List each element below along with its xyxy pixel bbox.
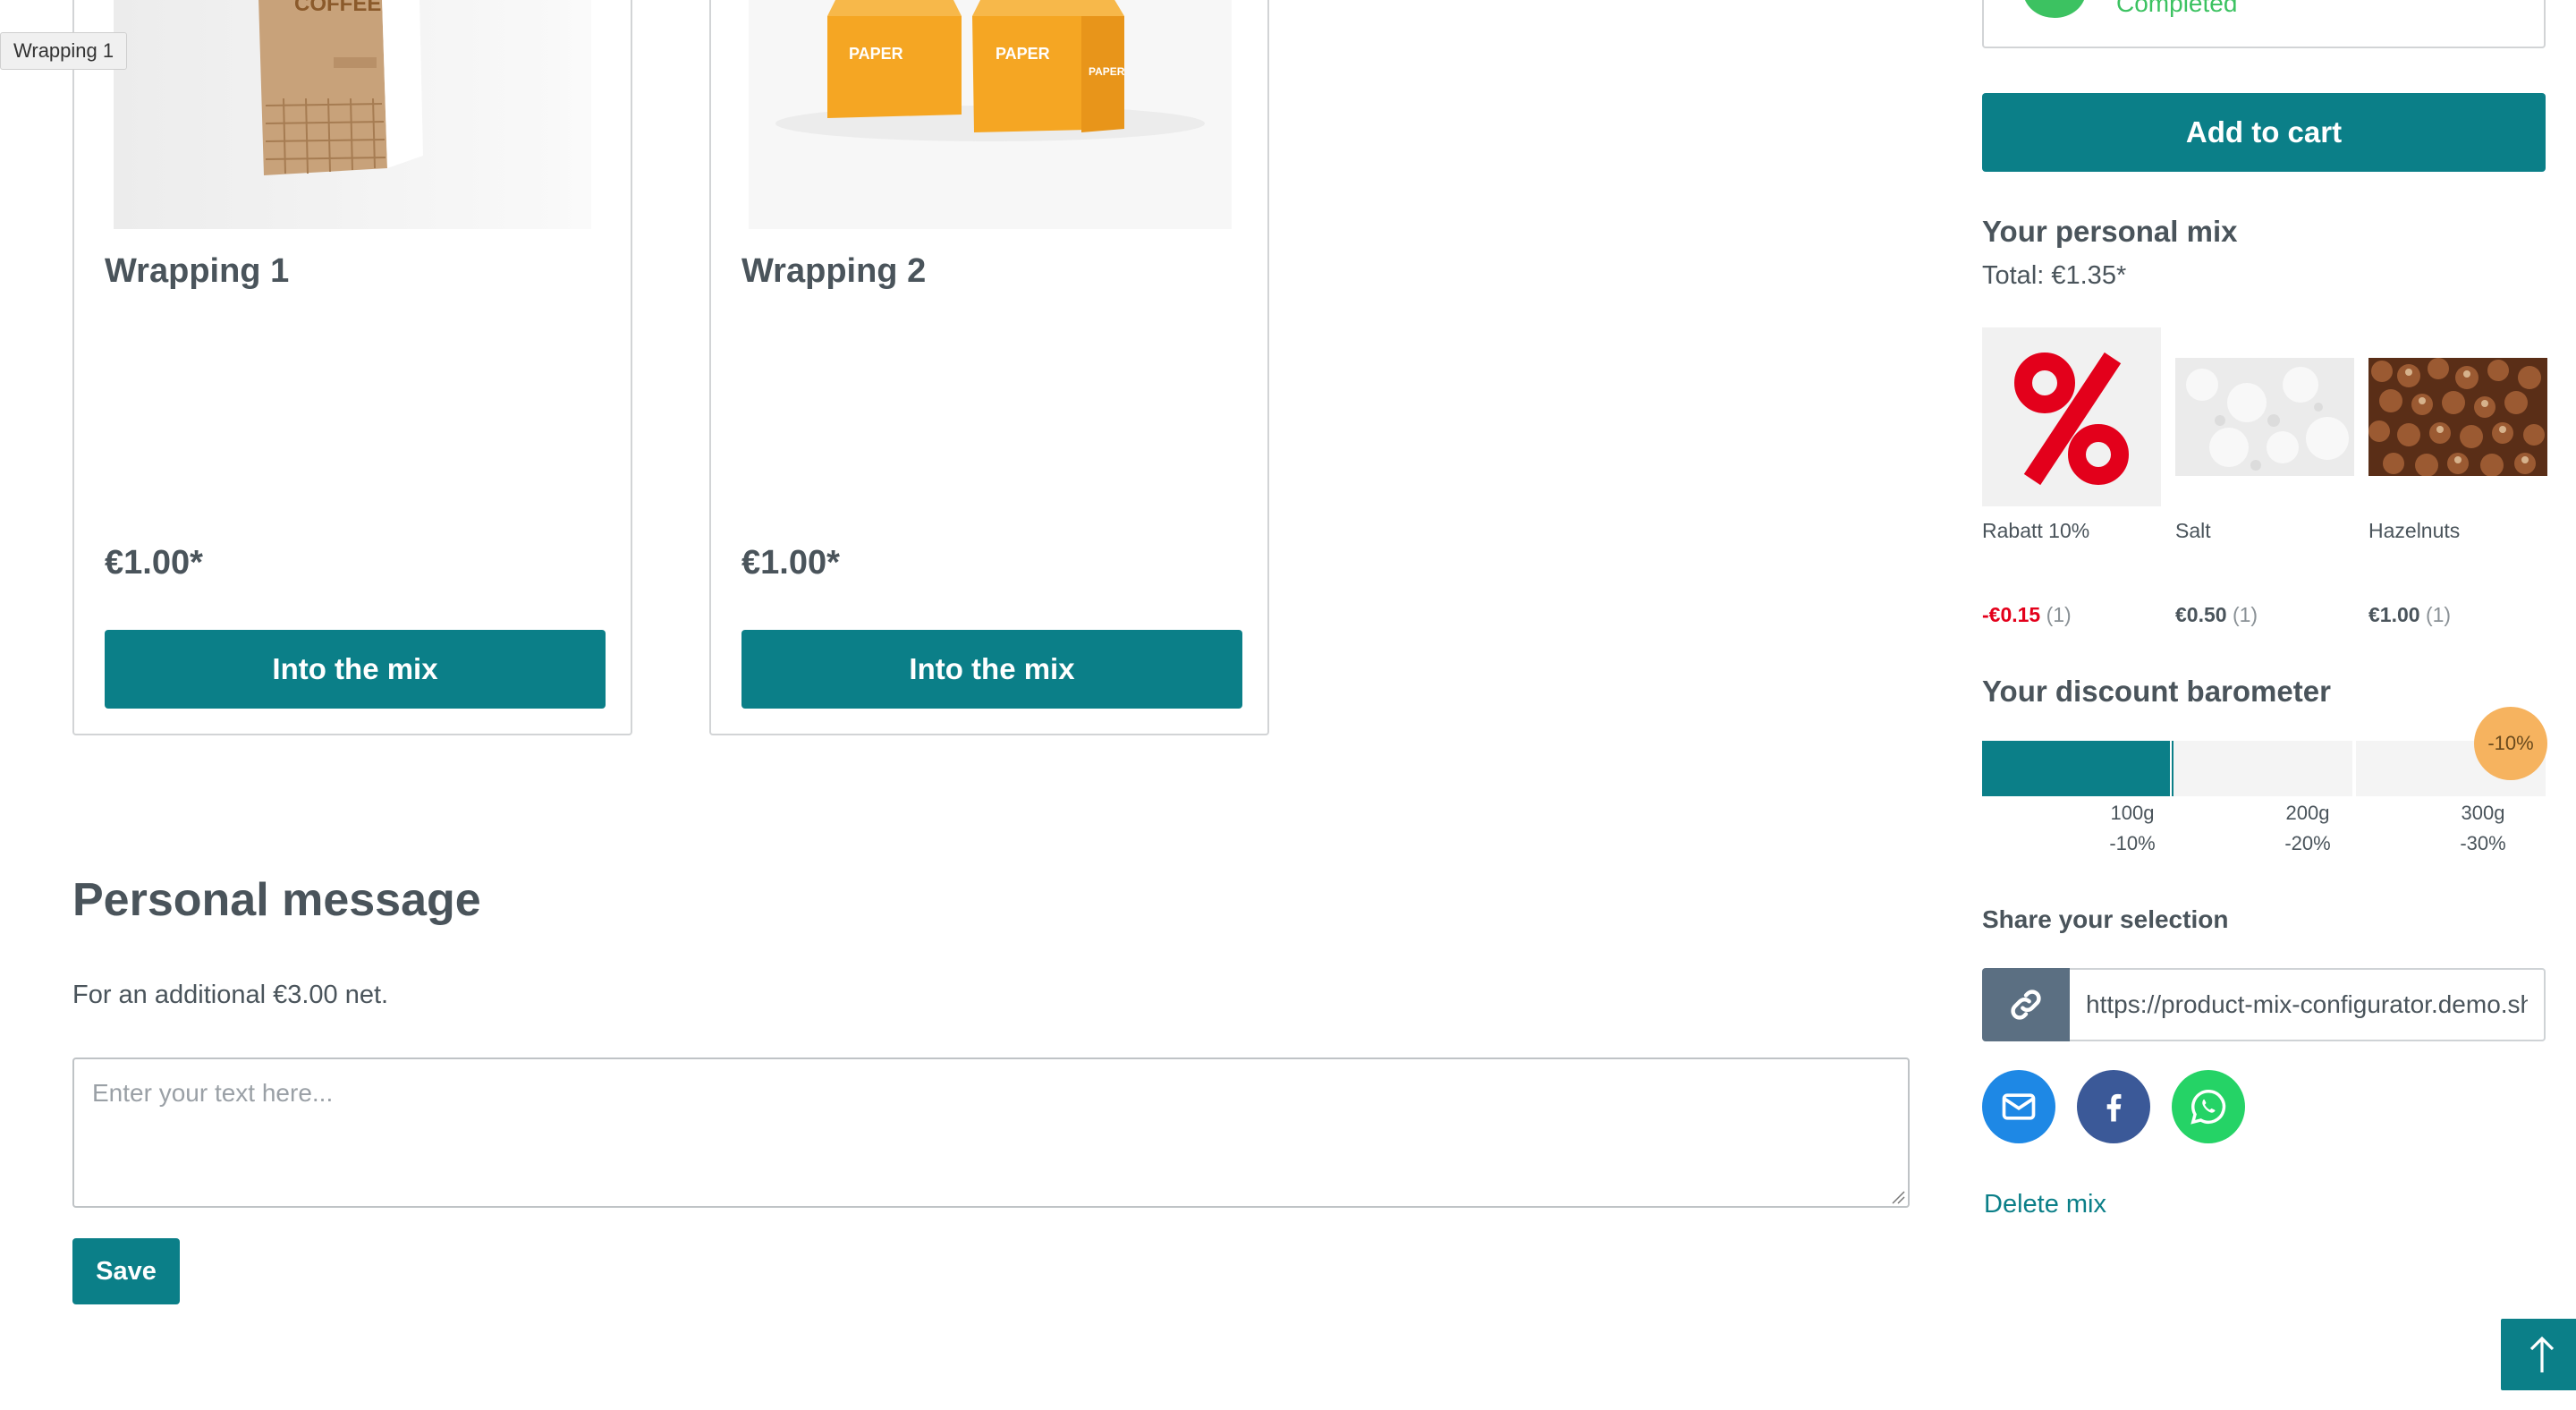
mix-title: Your personal mix xyxy=(1982,215,2238,248)
arrow-up-icon xyxy=(2529,1336,2555,1372)
product-card-wrapping-1: COFFEE Wrapping 1 €1.00* Into the mix xyxy=(72,0,632,735)
step-weight: 100g xyxy=(2110,802,2155,824)
add-to-cart-button[interactable]: Add to cart xyxy=(1982,93,2546,172)
salt-image xyxy=(2175,358,2354,476)
percent-icon xyxy=(2014,352,2129,486)
hazelnuts-image xyxy=(2368,358,2547,477)
paper-box-label: PAPER xyxy=(849,45,903,63)
mix-item-qty: (1) xyxy=(2046,603,2072,626)
share-facebook-button[interactable] xyxy=(2077,1070,2150,1143)
step-discount: -20% xyxy=(2284,832,2331,854)
product-image-coffee-bag[interactable]: COFFEE xyxy=(114,0,591,229)
mix-item-price-value: €1.00 xyxy=(2368,603,2420,626)
share-email-button[interactable] xyxy=(1982,1070,2055,1143)
paper-box-label-3: PAPER xyxy=(1089,65,1125,78)
mix-item-price-value: €0.50 xyxy=(2175,603,2227,626)
whatsapp-icon xyxy=(2190,1090,2226,1125)
share-title: Share your selection xyxy=(1982,905,2229,933)
into-the-mix-button[interactable]: Into the mix xyxy=(105,630,606,709)
link-icon xyxy=(2011,990,2041,1020)
personal-message-input[interactable] xyxy=(72,1058,1910,1208)
share-whatsapp-button[interactable] xyxy=(2172,1070,2245,1143)
paper-box-illustration: PAPER PAPER PAPER xyxy=(749,0,1232,229)
mix-item-qty: (1) xyxy=(2425,603,2452,626)
step-weight: 300g xyxy=(2461,802,2505,824)
barometer-step: 200g -20% xyxy=(2263,798,2352,859)
mix-item-price: -€0.15 (1) xyxy=(1982,603,2072,627)
product-price: €1.00* xyxy=(105,544,203,582)
delete-mix-link[interactable]: Delete mix xyxy=(1984,1190,2106,1219)
product-price: €1.00* xyxy=(741,544,840,582)
mix-item-image-hazelnuts xyxy=(2368,358,2547,477)
product-card-wrapping-2: PAPER PAPER PAPER Wrapping 2 €1.00* Into… xyxy=(709,0,1269,735)
coffee-bag-label: COFFEE xyxy=(294,0,381,16)
paper-box-label-2: PAPER xyxy=(996,45,1050,63)
scroll-to-top-button[interactable] xyxy=(2501,1319,2576,1390)
copy-link-button[interactable] xyxy=(1982,968,2070,1041)
mix-total: Total: €1.35* xyxy=(1982,261,2127,290)
barometer-fill xyxy=(1982,741,2174,796)
mix-item-price-value: -€0.15 xyxy=(1982,603,2041,626)
coffee-bag-illustration: COFFEE xyxy=(114,0,591,229)
mix-item-image-salt xyxy=(2175,358,2354,476)
email-icon xyxy=(2002,1093,2036,1120)
mix-item-qty: (1) xyxy=(2232,603,2258,626)
barometer-divider xyxy=(2352,741,2356,796)
mix-item-name: Salt xyxy=(2175,519,2211,542)
share-url-input[interactable] xyxy=(2070,968,2546,1041)
product-name[interactable]: Wrapping 2 xyxy=(741,252,926,291)
status-text: Completed xyxy=(2116,0,2238,17)
barometer-badge: -10% xyxy=(2474,707,2547,780)
step-discount: -30% xyxy=(2460,832,2506,854)
barometer-step: 100g -10% xyxy=(2088,798,2177,859)
facebook-icon xyxy=(2106,1093,2122,1122)
mix-item-price: €0.50 (1) xyxy=(2175,603,2258,627)
mix-item-image-rabatt xyxy=(1982,327,2161,506)
mix-item-price: €1.00 (1) xyxy=(2368,603,2451,627)
into-the-mix-button[interactable]: Into the mix xyxy=(741,630,1242,709)
mix-item-name: Hazelnuts xyxy=(2368,519,2461,542)
personal-message-title: Personal message xyxy=(72,874,481,926)
mix-item-name: Rabatt 10% xyxy=(1982,519,2090,542)
barometer-title: Your discount barometer xyxy=(1982,675,2331,708)
product-image-paper-box[interactable]: PAPER PAPER PAPER xyxy=(749,0,1232,229)
save-button[interactable]: Save xyxy=(72,1238,180,1304)
step-weight: 200g xyxy=(2285,802,2330,824)
barometer-step: 300g -30% xyxy=(2438,798,2528,859)
personal-message-subtitle: For an additional €3.00 net. xyxy=(72,981,389,1009)
barometer-marker xyxy=(2161,741,2170,796)
tooltip: Wrapping 1 xyxy=(0,32,128,70)
resize-handle-icon[interactable] xyxy=(1891,1190,1905,1204)
step-discount: -10% xyxy=(2109,832,2156,854)
product-name[interactable]: Wrapping 1 xyxy=(105,252,289,291)
